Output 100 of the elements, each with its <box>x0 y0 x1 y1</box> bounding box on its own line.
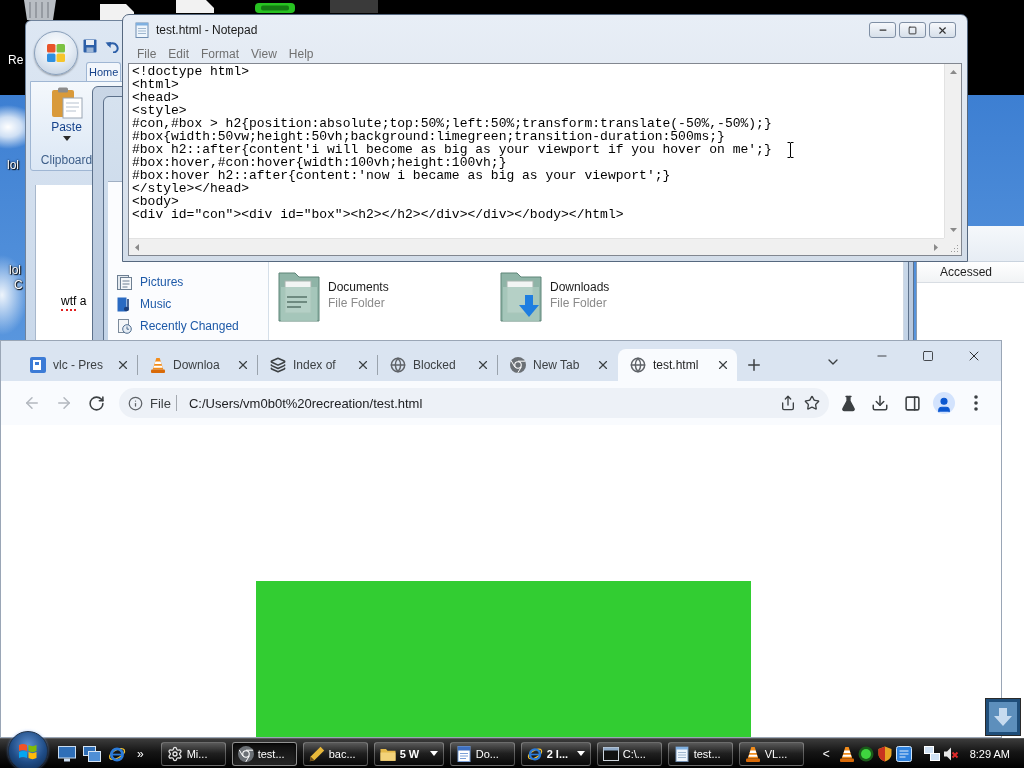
browser-tab[interactable]: Index of <box>258 349 377 381</box>
code-line: <head> <box>132 91 179 104</box>
app-logo-icon <box>46 43 66 63</box>
left-arrow-icon[interactable] <box>135 243 139 251</box>
document-text: wtf a <box>61 294 87 308</box>
desktop-icon-label: lol <box>9 264 21 277</box>
menu-item[interactable]: Edit <box>162 47 196 61</box>
navigation-link[interactable]: Recently Changed <box>140 319 239 333</box>
download-icon <box>871 394 889 412</box>
taskbar-button[interactable]: Mi... <box>160 741 226 766</box>
document-clock-icon <box>117 318 132 334</box>
desktop-icon-label: lol <box>7 159 19 172</box>
status-dot-icon[interactable] <box>857 745 874 762</box>
taskbar-button[interactable]: test... <box>667 741 733 766</box>
taskbar-button[interactable]: C:\... <box>596 741 662 766</box>
network-icon[interactable] <box>923 745 940 762</box>
text-editor-field[interactable] <box>128 63 962 256</box>
menu-item[interactable]: Help <box>282 47 320 61</box>
forward-arrow-icon <box>55 394 73 412</box>
browser-tab[interactable]: New Tab <box>498 349 617 381</box>
switch-windows-icon <box>83 745 101 762</box>
site-info-label[interactable]: File <box>150 395 171 411</box>
traffic-cone-icon[interactable] <box>838 745 855 762</box>
taskbar-button[interactable]: 2 I... <box>520 741 591 766</box>
trash-icon[interactable] <box>22 0 58 20</box>
clipboard-icon <box>50 87 83 119</box>
vertical-scrollbar[interactable] <box>944 64 961 238</box>
menu-item[interactable]: Format <box>195 47 246 61</box>
globe-icon <box>390 357 406 373</box>
code-line: <!doctype html> <box>132 65 250 78</box>
slides-icon <box>30 357 46 373</box>
plus-icon <box>745 356 763 374</box>
shield-icon[interactable] <box>876 745 893 762</box>
taskbar-button[interactable]: test... <box>231 741 297 766</box>
taskbar-button[interactable]: Do... <box>449 741 515 766</box>
arrow-tile-icon[interactable] <box>985 698 1021 736</box>
folder-name[interactable]: Downloads <box>550 280 610 294</box>
undo-icon[interactable] <box>105 39 119 53</box>
maximize-icon <box>908 25 917 35</box>
close-icon[interactable] <box>236 358 250 372</box>
app-menu-button[interactable] <box>34 31 78 75</box>
side-panel-icon <box>903 394 921 412</box>
down-arrow-icon[interactable] <box>949 228 957 232</box>
share-icon[interactable] <box>780 395 796 411</box>
clock[interactable]: 8:29 AM <box>969 747 1010 760</box>
round-logo-icon <box>237 745 254 762</box>
flask-icon <box>839 394 857 412</box>
folder-type: File Folder <box>550 296 608 310</box>
bookmark-star-icon[interactable] <box>804 395 820 411</box>
close-button[interactable] <box>929 22 956 38</box>
info-icon[interactable] <box>128 395 143 411</box>
close-icon[interactable] <box>476 358 490 372</box>
code-line: <html> <box>132 78 179 91</box>
show-hidden-icons-button[interactable]: < <box>819 746 833 761</box>
taskbar-button[interactable]: 5 W <box>373 741 444 766</box>
save-icon[interactable] <box>83 39 97 53</box>
maximize-icon <box>922 350 934 362</box>
taskbar-button[interactable]: bac... <box>302 741 368 766</box>
browser-tab[interactable]: Blocked <box>378 349 497 381</box>
navigation-link[interactable]: Pictures <box>140 275 184 289</box>
switch-windows-button[interactable] <box>83 745 101 762</box>
close-icon[interactable] <box>356 358 370 372</box>
close-icon[interactable] <box>716 358 730 372</box>
column-header-label: Accessed <box>940 265 993 279</box>
desktop-icon-label: C <box>14 279 23 292</box>
resize-grip-icon[interactable] <box>949 243 959 253</box>
app-tile-icon[interactable] <box>895 745 912 762</box>
address-bar[interactable]: File C:/Users/vm0b0t%20recreation/test.html <box>119 388 829 418</box>
music-icon <box>117 296 132 312</box>
menu-item[interactable]: File <box>131 47 163 61</box>
up-arrow-icon[interactable] <box>949 70 957 74</box>
code-line: </style></head> <box>132 182 250 195</box>
folder-type: File Folder <box>328 296 386 310</box>
folder-name[interactable]: Documents <box>328 280 389 294</box>
minimize-button[interactable] <box>869 22 896 38</box>
globe-icon <box>630 357 646 373</box>
maximize-button[interactable] <box>899 22 926 38</box>
navigation-link[interactable]: Music <box>140 297 172 311</box>
code-line: #box:hover h2::after{content:'now i became as big as your viewport';} <box>132 169 671 182</box>
taskbar-button[interactable]: VL... <box>738 741 804 766</box>
browser-tab[interactable]: vlc - Pres <box>18 349 137 381</box>
show-desktop-button[interactable] <box>58 745 76 762</box>
url-text[interactable]: C:/Users/vm0b0t%20recreation/test.html <box>188 395 423 411</box>
text-cursor-icon <box>787 142 794 158</box>
close-icon[interactable] <box>116 358 130 372</box>
close-icon <box>937 24 948 36</box>
ribbon-tab[interactable]: Home <box>86 62 122 81</box>
horizontal-scrollbar[interactable] <box>129 238 944 255</box>
muted-speaker-icon[interactable] <box>942 745 959 762</box>
code-line: <div id="con"><div id="box"><h2></h2></div></div></body></html> <box>132 208 624 221</box>
menu-item[interactable]: View <box>245 47 283 61</box>
right-arrow-icon[interactable] <box>934 243 938 251</box>
paste-button[interactable]: Paste <box>47 87 86 141</box>
code-line: #box h2::after{content'i will become as big as your viewport if you hover on me';} <box>132 143 772 156</box>
browser-tab[interactable]: test.html <box>618 349 737 381</box>
browser-tab[interactable]: Downloa <box>138 349 257 381</box>
overflow-button[interactable]: » <box>134 746 147 761</box>
close-icon[interactable] <box>596 358 610 372</box>
code-line: #box{width:50vw;height:50vh;background:limegreen;transition-duration:500ms;} <box>132 130 725 143</box>
emblem-icon[interactable] <box>255 3 295 13</box>
